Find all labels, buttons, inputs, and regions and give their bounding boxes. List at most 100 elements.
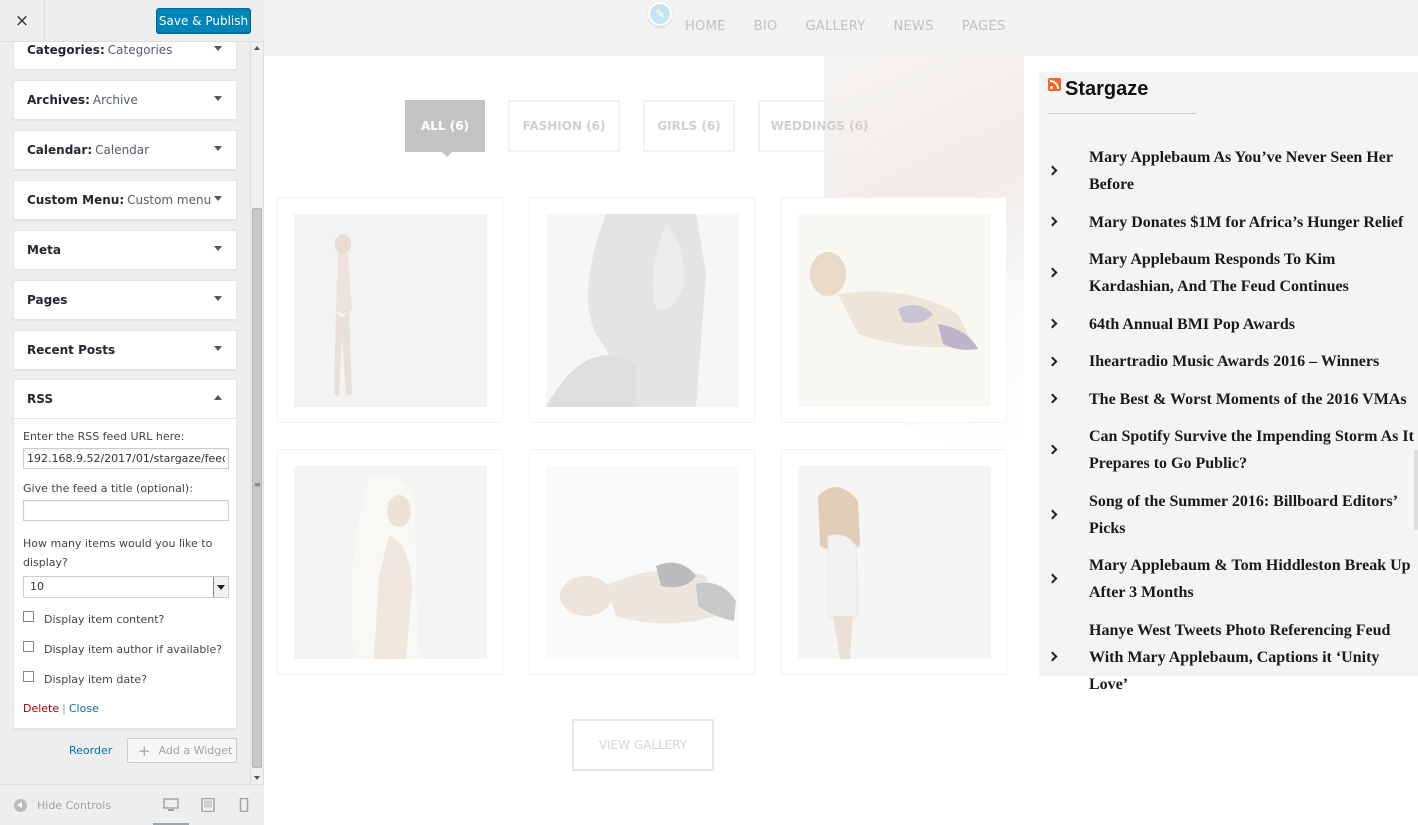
nav-home[interactable]: HOME [685, 19, 726, 34]
widget-calendar[interactable]: Calendar: Calendar [13, 130, 237, 170]
chevron-down-icon[interactable] [214, 296, 222, 301]
nav-news[interactable]: NEWS [893, 19, 933, 34]
list-item[interactable]: The Best & Worst Moments of the 2016 VMA… [1039, 386, 1418, 413]
chevron-down-icon[interactable] [214, 146, 222, 151]
chevron-down-icon[interactable] [214, 46, 222, 51]
list-item[interactable]: Can Spotify Survive the Impending Storm … [1039, 423, 1418, 477]
sidebar-scrollbar[interactable]: ≡ [250, 42, 263, 784]
widget-archives-header[interactable]: Archives: Archive [14, 81, 236, 119]
widget-type: Meta [27, 243, 61, 257]
widget-meta-header[interactable]: Meta [14, 231, 236, 269]
list-item[interactable]: 64th Annual BMI Pop Awards [1039, 311, 1418, 338]
desktop-preview-icon[interactable] [163, 798, 179, 812]
reorder-link[interactable]: Reorder [69, 744, 112, 757]
rss-icon[interactable] [1048, 78, 1061, 91]
edit-pencil-icon[interactable]: ✎ [648, 2, 672, 26]
list-item-link[interactable]: Song of the Summer 2016: Billboard Edito… [1089, 493, 1397, 537]
widget-meta[interactable]: Meta [13, 230, 237, 270]
list-item-link[interactable]: The Best & Worst Moments of the 2016 VMA… [1089, 391, 1407, 408]
nav-pages[interactable]: PAGES [962, 19, 1006, 34]
chevron-right-icon [1047, 509, 1058, 519]
chevron-down-icon[interactable] [214, 246, 222, 251]
tablet-preview-icon[interactable] [200, 798, 216, 812]
list-item-link[interactable]: Can Spotify Survive the Impending Storm … [1089, 428, 1414, 472]
widget-rss-header[interactable]: RSS [14, 380, 236, 418]
filter-weddings[interactable]: WEDDINGS (6) [758, 100, 881, 152]
gallery-item[interactable] [529, 449, 755, 675]
widget-categories[interactable]: Categories: Categories [13, 42, 237, 70]
scroll-up-arrow[interactable] [254, 46, 260, 50]
display-author-checkbox[interactable] [23, 640, 34, 652]
chevron-right-icon [1047, 573, 1058, 584]
list-item[interactable]: Mary Applebaum Responds To Kim Kardashia… [1039, 246, 1418, 300]
list-item-link[interactable]: Mary Applebaum Responds To Kim Kardashia… [1089, 251, 1349, 295]
display-date-checkbox[interactable] [23, 670, 34, 682]
list-item[interactable]: Mary Applebaum & Tom Hiddleston Break Up… [1039, 552, 1418, 606]
view-gallery-button[interactable]: VIEW GALLERY [572, 719, 714, 771]
widget-title: Custom menu [127, 193, 212, 207]
chevron-down-icon[interactable] [214, 196, 222, 201]
list-item[interactable]: Hanye West Tweets Photo Referencing Feud… [1039, 617, 1418, 698]
colon: : [85, 93, 90, 107]
list-item-link[interactable]: Hanye West Tweets Photo Referencing Feud… [1089, 622, 1390, 693]
rss-items-value: 10 [30, 580, 44, 593]
gallery-item[interactable] [781, 197, 1007, 423]
gallery-item[interactable] [277, 449, 503, 675]
widget-archives[interactable]: Archives: Archive [13, 80, 237, 120]
rss-feed-widget: Stargaze Mary Applebaum As You’ve Never … [1039, 72, 1418, 693]
hide-controls-label: Hide Controls [37, 799, 112, 812]
colon: : [87, 143, 93, 157]
filter-girls[interactable]: GIRLS (6) [643, 100, 735, 152]
list-item-link[interactable]: Mary Applebaum & Tom Hiddleston Break Up… [1089, 557, 1411, 601]
widget-pages-header[interactable]: Pages [14, 281, 236, 319]
list-item[interactable]: Mary Donates $1M for Africa’s Hunger Rel… [1039, 209, 1418, 236]
list-item-link[interactable]: Mary Applebaum As You’ve Never Seen Her … [1089, 149, 1393, 193]
chevron-up-icon[interactable] [214, 395, 222, 400]
chevron-right-icon [1047, 267, 1058, 278]
widget-recent-posts[interactable]: Recent Posts [13, 330, 237, 370]
rss-feed-title[interactable]: Stargaze [1065, 78, 1148, 101]
rss-url-input[interactable] [23, 448, 229, 469]
filter-all[interactable]: ALL (6) [405, 100, 485, 157]
nav-bio[interactable]: BIO [754, 19, 778, 34]
chevron-down-icon[interactable] [214, 346, 222, 351]
rss-title-label: Give the feed a title (optional): [23, 482, 193, 495]
list-item[interactable]: Song of the Summer 2016: Billboard Edito… [1039, 488, 1418, 542]
gallery-item[interactable] [277, 197, 503, 423]
widget-custom-menu[interactable]: Custom Menu: Custom menu [13, 180, 237, 220]
scroll-down-arrow[interactable] [254, 776, 260, 780]
list-item-link[interactable]: Iheartradio Music Awards 2016 – Winners [1089, 353, 1379, 370]
list-item-link[interactable]: Mary Donates $1M for Africa’s Hunger Rel… [1089, 214, 1403, 231]
close-link[interactable]: Close [69, 702, 99, 715]
widget-custom-menu-header[interactable]: Custom Menu: Custom menu [14, 181, 236, 219]
chevron-down-icon[interactable] [214, 96, 222, 101]
nav-gallery[interactable]: GALLERY [806, 19, 866, 34]
colon: : [119, 193, 125, 207]
rss-items-select[interactable]: 10 [23, 576, 229, 598]
save-publish-button[interactable]: Save & Publish [156, 8, 251, 33]
rss-title-input[interactable] [23, 500, 229, 521]
filter-fashion[interactable]: FASHION (6) [508, 100, 620, 152]
widget-recent-posts-header[interactable]: Recent Posts [14, 331, 236, 369]
display-content-checkbox[interactable] [23, 610, 34, 622]
opt-author-row: Display item author if available? [23, 634, 227, 664]
hide-controls-button[interactable]: Hide Controls [14, 799, 111, 812]
widget-categories-header[interactable]: Categories: Categories [14, 42, 236, 69]
list-item[interactable]: Mary Applebaum As You’ve Never Seen Her … [1039, 144, 1418, 198]
list-item-link[interactable]: 64th Annual BMI Pop Awards [1089, 316, 1295, 333]
select-dropdown-icon[interactable] [213, 577, 228, 597]
gallery-item[interactable] [781, 449, 1007, 675]
close-icon[interactable]: × [0, 0, 45, 42]
list-item[interactable]: Iheartradio Music Awards 2016 – Winners [1039, 348, 1418, 375]
delete-link[interactable]: Delete [23, 702, 59, 715]
widget-calendar-header[interactable]: Calendar: Calendar [14, 131, 236, 169]
gallery-item[interactable] [529, 197, 755, 423]
chevron-right-icon [1047, 651, 1058, 662]
add-widget-button[interactable]: + Add a Widget [127, 738, 237, 763]
gallery-image [798, 214, 991, 407]
site-preview: ✎ HOME BIO GALLERY NEWS PAGES ALL (6) FA… [264, 0, 1418, 825]
mobile-preview-icon[interactable] [236, 798, 252, 812]
chevron-right-icon [1047, 318, 1058, 329]
scroll-thumb[interactable]: ≡ [252, 208, 262, 768]
widget-pages[interactable]: Pages [13, 280, 237, 320]
